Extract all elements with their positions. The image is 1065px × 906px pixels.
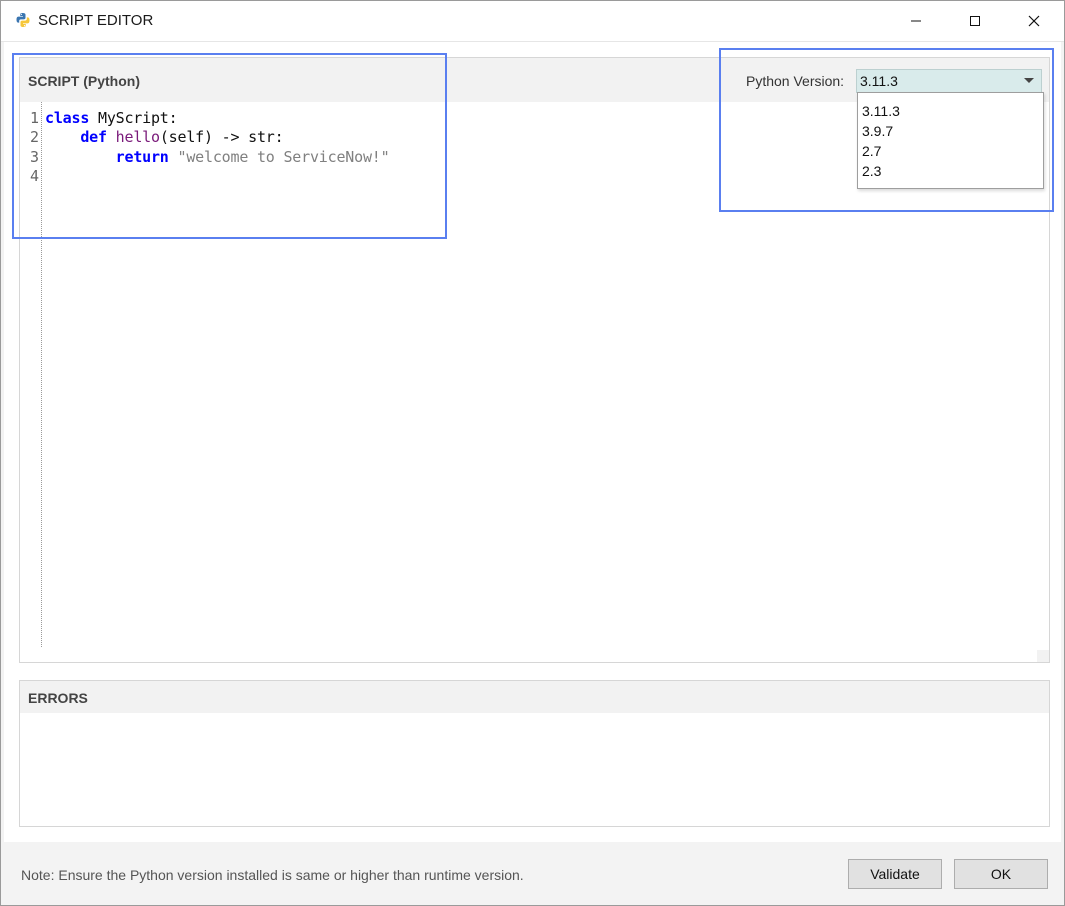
code-token-kw: class bbox=[45, 109, 90, 127]
chevron-down-icon bbox=[1024, 78, 1034, 83]
line-number-gutter: 1 2 3 4 bbox=[20, 102, 42, 647]
code-line[interactable]: class MyScript: bbox=[45, 109, 178, 127]
code-token-fn: hello bbox=[115, 128, 160, 146]
code-editor[interactable]: 1 2 3 4 class MyScript: def hello(self) … bbox=[20, 102, 1049, 662]
script-panel-title: SCRIPT (Python) bbox=[28, 73, 140, 89]
errors-panel-title: ERRORS bbox=[28, 690, 88, 706]
title-bar[interactable]: SCRIPT EDITOR bbox=[1, 1, 1064, 42]
errors-panel: ERRORS bbox=[19, 680, 1050, 827]
line-number: 2 bbox=[30, 128, 40, 146]
script-panel: SCRIPT (Python) Python Version: 3.11.3 3… bbox=[19, 57, 1050, 663]
script-editor-window: SCRIPT EDITOR SCRIPT (Python) Python Ver… bbox=[0, 0, 1065, 906]
errors-panel-header: ERRORS bbox=[20, 681, 1049, 713]
validate-button[interactable]: Validate bbox=[848, 859, 942, 889]
close-button[interactable] bbox=[1005, 1, 1063, 41]
minimize-button[interactable] bbox=[887, 1, 945, 41]
maximize-icon bbox=[970, 16, 980, 26]
code-line[interactable]: def hello(self) -> str: bbox=[45, 128, 283, 146]
code-line[interactable]: return "welcome to ServiceNow!" bbox=[45, 148, 390, 166]
ok-button[interactable]: OK bbox=[954, 859, 1048, 889]
python-version-select[interactable]: 3.11.3 bbox=[856, 69, 1042, 93]
close-icon bbox=[1028, 15, 1040, 27]
line-number: 3 bbox=[30, 148, 40, 166]
line-number: 1 bbox=[30, 109, 40, 127]
dialog-footer: Note: Ensure the Python version installe… bbox=[1, 842, 1064, 905]
line-number: 4 bbox=[30, 167, 40, 185]
python-icon bbox=[15, 12, 31, 28]
version-note: Note: Ensure the Python version installe… bbox=[21, 867, 524, 883]
minimize-icon bbox=[911, 20, 921, 22]
code-token-plain: (self) -> str: bbox=[159, 128, 284, 146]
code-token-str: "welcome to ServiceNow!" bbox=[177, 148, 390, 166]
code-token-kw: def bbox=[80, 128, 107, 146]
scrollbar-corner bbox=[1037, 650, 1049, 662]
python-version-selected-value: 3.11.3 bbox=[860, 73, 898, 89]
code-token-plain: MyScript: bbox=[89, 109, 178, 127]
dialog-content: SCRIPT (Python) Python Version: 3.11.3 3… bbox=[4, 42, 1061, 842]
maximize-button[interactable] bbox=[946, 1, 1004, 41]
window-title: SCRIPT EDITOR bbox=[38, 12, 154, 29]
code-token-kw: return bbox=[115, 148, 169, 166]
python-version-label: Python Version: bbox=[746, 73, 845, 89]
